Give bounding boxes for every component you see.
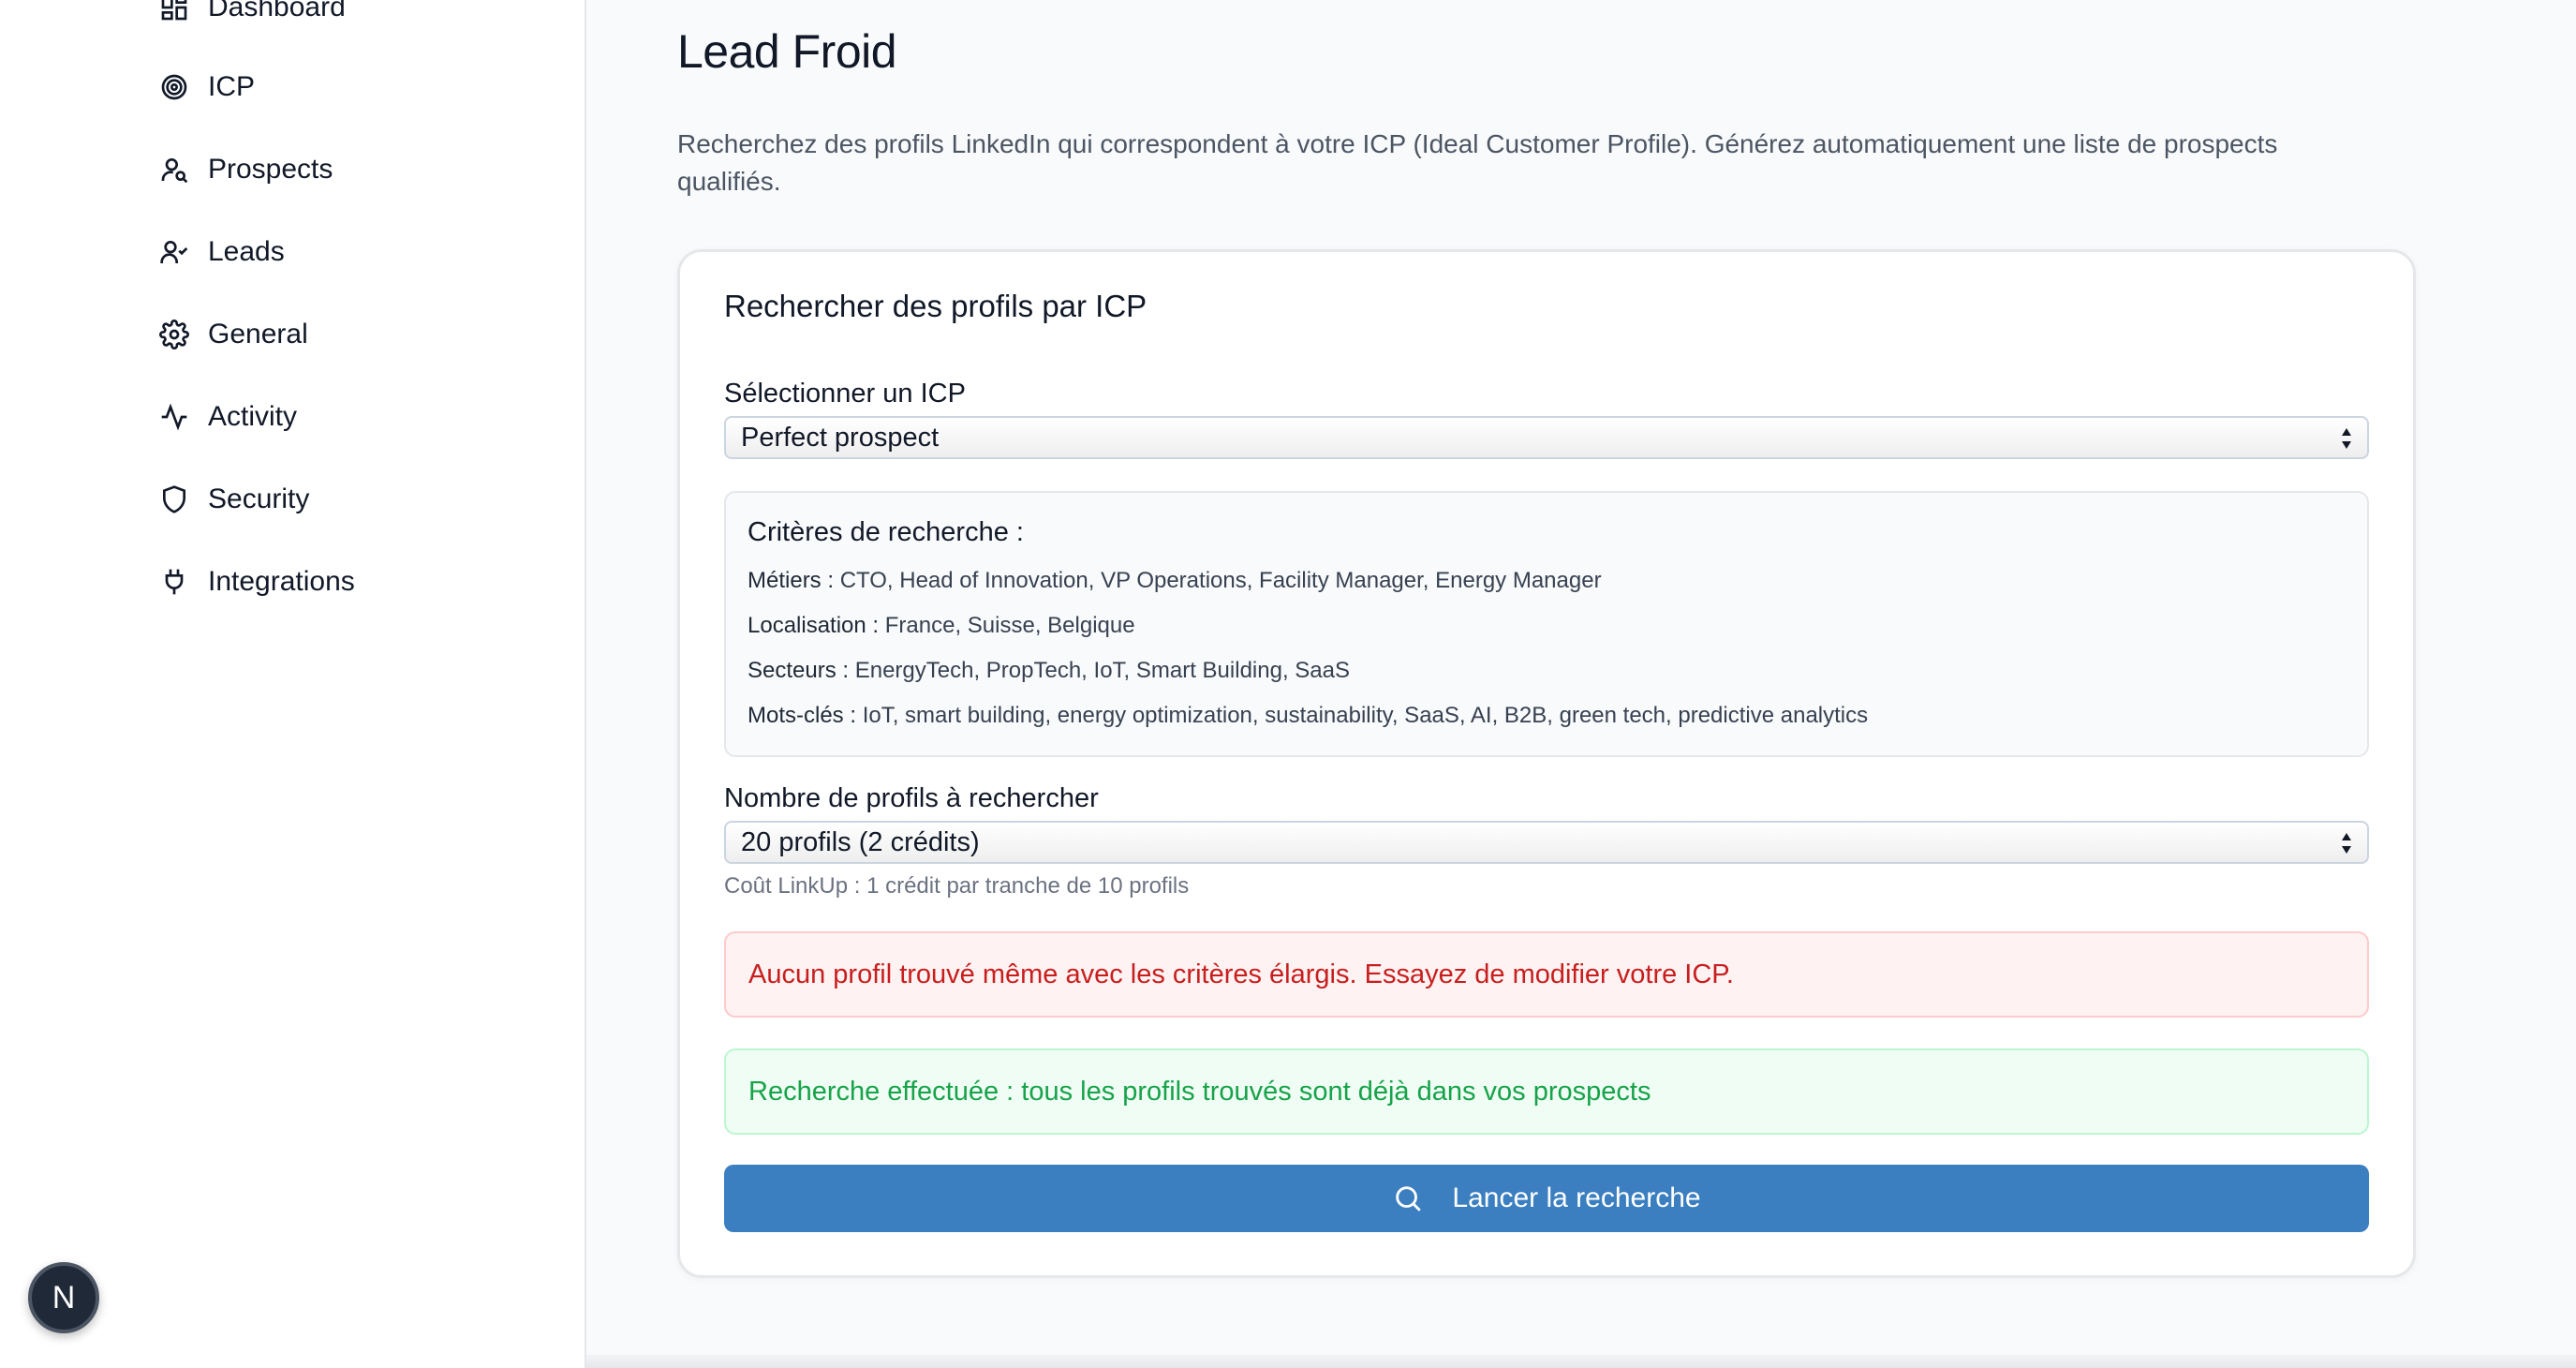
sidebar-item-leads[interactable]: Leads [159, 224, 285, 280]
criteria-value: IoT, smart building, energy optimization… [862, 703, 1869, 728]
icp-select-label: Sélectionner un ICP [724, 379, 966, 409]
select-arrows-icon [2342, 428, 2351, 449]
sidebar-item-security[interactable]: Security [159, 471, 309, 528]
sidebar-item-label: Activity [208, 401, 298, 432]
app-root: Dashboard ICP Prospects Leads General Ac… [0, 0, 2576, 1368]
sidebar-item-integrations[interactable]: Integrations [159, 554, 355, 610]
search-button-label: Lancer la recherche [1452, 1182, 1701, 1213]
sidebar-item-label: General [208, 319, 308, 349]
shield-icon [163, 485, 185, 513]
sidebar-item-dashboard[interactable]: Dashboard [159, 0, 346, 36]
sidebar-item-label: Leads [208, 236, 285, 267]
criteria-key: Localisation : [748, 613, 880, 638]
search-button[interactable]: Lancer la recherche [724, 1165, 2369, 1232]
icp-select-value: Perfect prospect [741, 422, 940, 453]
count-select[interactable]: 20 profils (2 crédits) [724, 821, 2369, 864]
error-alert: Aucun profil trouvé même avec les critèr… [724, 931, 2369, 1018]
criteria-line-sectors: Secteurs : EnergyTech, PropTech, IoT, Sm… [748, 658, 1350, 684]
criteria-value: France, Suisse, Belgique [884, 613, 1135, 638]
criteria-key: Secteurs : [748, 658, 850, 683]
target-icon [161, 74, 187, 100]
criteria-value: EnergyTech, PropTech, IoT, Smart Buildin… [854, 658, 1350, 683]
page-title: Lead Froid [677, 25, 897, 78]
card-title: Rechercher des profils par ICP [724, 289, 1147, 323]
sidebar-item-label: Security [208, 483, 310, 514]
sidebar-item-label: Prospects [208, 154, 333, 185]
activity-icon [161, 403, 187, 431]
criteria-line-jobs: Métiers : CTO, Head of Innovation, VP Op… [748, 568, 1602, 594]
sidebar-item-label: ICP [208, 71, 256, 102]
user-search-icon [161, 158, 188, 184]
sidebar-item-label: Integrations [208, 566, 355, 597]
sidebar: Dashboard ICP Prospects Leads General Ac… [0, 0, 586, 1368]
sidebar-item-prospects[interactable]: Prospects [159, 141, 333, 198]
select-arrows-icon [2342, 833, 2351, 854]
sidebar-item-label: Dashboard [208, 0, 346, 22]
success-alert: Recherche effectuée : tous les profils t… [724, 1048, 2369, 1135]
icp-select[interactable]: Perfect prospect [724, 416, 2369, 459]
success-message: Recherche effectuée : tous les profils t… [748, 1076, 1651, 1107]
search-icon [1396, 1186, 1422, 1212]
user-check-icon [160, 241, 188, 263]
criteria-value: CTO, Head of Innovation, VP Operations, … [839, 568, 1602, 593]
error-message: Aucun profil trouvé même avec les critèr… [748, 959, 1734, 989]
sidebar-item-icp[interactable]: ICP [159, 59, 255, 115]
sidebar-item-general[interactable]: General [159, 306, 308, 363]
count-select-value: 20 profils (2 crédits) [741, 826, 980, 857]
count-select-label: Nombre de profils à rechercher [724, 783, 1099, 813]
plug-icon [165, 569, 184, 595]
dashboard-icon [161, 0, 187, 21]
criteria-line-location: Localisation : France, Suisse, Belgique [748, 613, 1135, 639]
criteria-key: Mots-clés : [748, 703, 857, 728]
bottom-edge [586, 1355, 2576, 1368]
sidebar-item-activity[interactable]: Activity [159, 389, 297, 445]
app-badge-button[interactable]: N [28, 1262, 99, 1333]
page-description: Recherchez des profils LinkedIn qui corr… [677, 129, 2278, 196]
criteria-key: Métiers : [748, 568, 835, 593]
criteria-line-keywords: Mots-clés : IoT, smart building, energy … [748, 703, 1868, 729]
cost-hint: Coût LinkUp : 1 crédit par tranche de 10… [724, 873, 1190, 899]
badge-letter: N [52, 1279, 76, 1316]
criteria-title: Critères de recherche : [748, 517, 1024, 547]
gear-icon [159, 320, 189, 349]
